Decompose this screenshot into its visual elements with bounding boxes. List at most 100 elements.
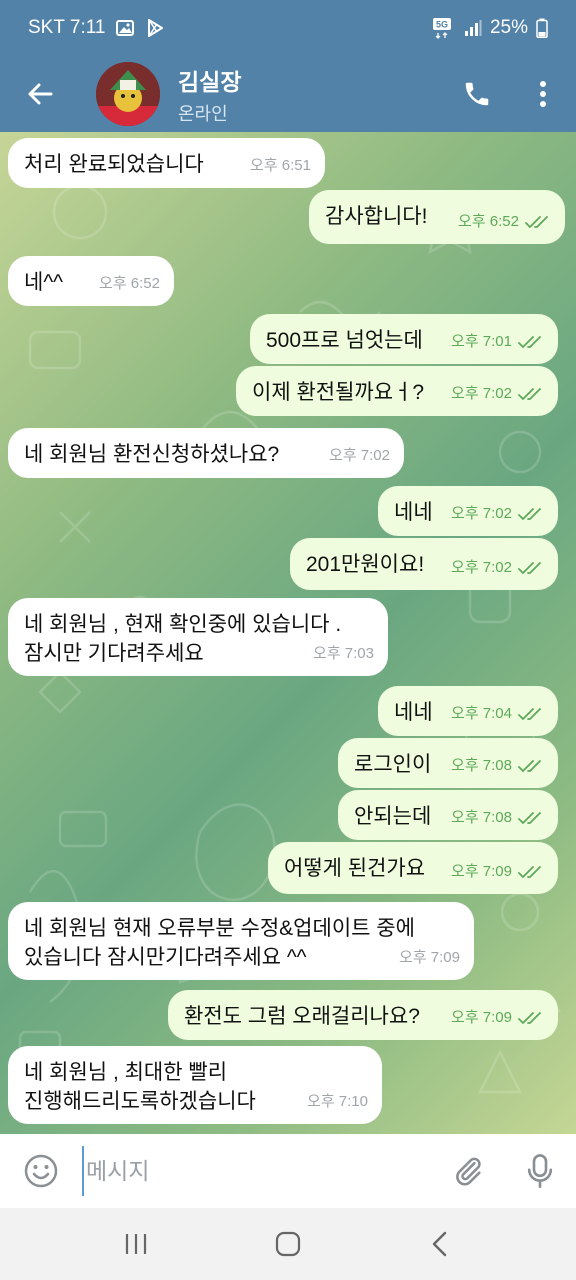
outgoing-message[interactable]: 로그인이 오후 7:08 [338, 738, 558, 788]
chat-header: 김실장 온라인 [0, 56, 576, 132]
message-time: 오후 7:03 [313, 645, 374, 662]
read-checks-icon [518, 507, 541, 520]
message-meta: 오후 7:02 [329, 441, 390, 470]
message-meta: 오후 6:52 [99, 269, 160, 298]
message-time: 오후 7:04 [451, 705, 512, 722]
header-titles[interactable]: 김실장 온라인 [178, 63, 241, 126]
recent-apps-icon [125, 1234, 147, 1254]
message-input[interactable] [82, 1146, 432, 1196]
message-meta: 오후 6:51 [250, 151, 311, 180]
battery-icon [536, 18, 548, 38]
read-receipt [518, 335, 544, 349]
message-time: 오후 6:52 [458, 213, 519, 230]
message-time: 오후 7:09 [399, 949, 460, 966]
home-button[interactable] [248, 1208, 328, 1280]
attach-icon [456, 1157, 481, 1186]
outgoing-message[interactable]: 네네 오후 7:04 [378, 686, 558, 736]
message-meta: 오후 7:01 [451, 327, 544, 356]
system-nav-bar [0, 1208, 576, 1280]
message-time: 오후 7:02 [451, 559, 512, 576]
read-checks-icon [518, 1011, 541, 1024]
message-time: 오후 7:02 [451, 505, 512, 522]
avatar[interactable] [96, 62, 160, 126]
message-time: 오후 6:51 [250, 157, 311, 174]
battery-level: 25% [489, 17, 528, 38]
message-meta: 오후 7:04 [451, 699, 544, 728]
message-meta: 오후 7:02 [451, 379, 544, 408]
contact-name: 김실장 [178, 68, 242, 95]
read-receipt [518, 811, 544, 825]
incoming-message[interactable]: 네 회원님 , 현재 확인중에 있습니다 . 잠시만 기다려주세요 오후 7:03 [8, 598, 388, 676]
outgoing-message[interactable]: 어떻게 된건가요 오후 7:09 [268, 842, 558, 894]
outgoing-message[interactable]: 감사합니다! 오후 6:52 [309, 190, 565, 244]
read-checks-icon [518, 865, 541, 878]
incoming-message[interactable]: 처리 완료되었습니다 오후 6:51 [8, 138, 325, 188]
contact-status: 온라인 [178, 103, 228, 124]
read-receipt [518, 387, 544, 401]
read-receipt [518, 707, 544, 721]
incoming-message[interactable]: 네^^ 오후 6:52 [8, 256, 174, 306]
incoming-message[interactable]: 네 회원님 환전신청하셨나요? 오후 7:02 [8, 428, 404, 478]
voice-button[interactable] [504, 1134, 576, 1208]
message-meta: 오후 7:09 [451, 1003, 544, 1032]
message-time: 오후 7:08 [451, 809, 512, 826]
read-checks-icon [518, 811, 541, 824]
message-time: 오후 7:01 [451, 333, 512, 350]
read-checks-icon [518, 759, 541, 772]
5g-icon: 5G [432, 17, 456, 39]
chat-area[interactable]: 처리 완료되었습니다 오후 6:51 감사합니다! 오후 6:52 네^^ 오후 6:52… [0, 132, 576, 1134]
message-meta: 오후 7:02 [451, 499, 544, 528]
message-time: 오후 7:09 [451, 1009, 512, 1026]
more-vert-icon [540, 81, 546, 107]
message-meta: 오후 7:08 [451, 803, 544, 832]
message-time: 오후 6:52 [99, 275, 160, 292]
message-text: 네 회원님 현재 오류부분 수정&업데이트 중에 있습니다 잠시만기다려주세요 … [24, 917, 415, 969]
read-checks-icon [518, 387, 541, 400]
phone-icon [465, 82, 489, 106]
message-meta: 오후 6:52 [458, 207, 551, 236]
image-icon [115, 18, 135, 38]
read-receipt [518, 865, 544, 879]
back-button[interactable] [0, 56, 80, 132]
message-input-bar [0, 1134, 576, 1208]
attach-button[interactable] [432, 1134, 504, 1208]
read-receipt [518, 759, 544, 773]
message-time: 오후 7:09 [451, 863, 512, 880]
nav-back-button[interactable] [400, 1208, 480, 1280]
read-receipt [525, 215, 551, 229]
outgoing-message[interactable]: 500프로 넘엇는데 오후 7:01 [250, 314, 558, 364]
message-meta: 오후 7:03 [313, 639, 374, 668]
message-time: 오후 7:08 [451, 757, 512, 774]
read-receipt [518, 1011, 544, 1025]
message-meta: 오후 7:08 [451, 751, 544, 780]
signal-icon [464, 19, 482, 37]
back-icon [432, 1231, 447, 1257]
incoming-message[interactable]: 네 회원님 현재 오류부분 수정&업데이트 중에 있습니다 잠시만기다려주세요 … [8, 902, 474, 980]
read-checks-icon [518, 707, 541, 720]
outgoing-message[interactable]: 안되는데 오후 7:08 [338, 790, 558, 840]
emoji-button[interactable] [0, 1134, 82, 1208]
emoji-icon [24, 1154, 58, 1188]
message-time: 오후 7:10 [307, 1093, 368, 1110]
outgoing-message[interactable]: 이제 환전될까요ㅓ? 오후 7:02 [236, 366, 558, 416]
outgoing-message[interactable]: 환전도 그럼 오래걸리나요? 오후 7:09 [168, 990, 558, 1040]
more-options-button[interactable] [510, 56, 576, 132]
play-store-icon [145, 18, 165, 38]
network-label: 5G [436, 20, 448, 30]
back-arrow-icon [28, 83, 53, 105]
message-meta: 오후 7:10 [307, 1087, 368, 1116]
read-receipt [518, 561, 544, 575]
incoming-message[interactable]: 네 회원님 , 최대한 빨리 진행해드리도록하겠습니다 오후 7:10 [8, 1046, 382, 1124]
read-receipt [518, 507, 544, 521]
read-checks-icon [518, 561, 541, 574]
outgoing-message[interactable]: 201만원이요! 오후 7:02 [290, 538, 558, 590]
call-button[interactable] [444, 56, 510, 132]
message-meta: 오후 7:09 [399, 943, 460, 972]
read-checks-icon [518, 335, 541, 348]
message-time: 오후 7:02 [329, 447, 390, 464]
status-bar: SKT 7:11 5G 25% [0, 0, 576, 56]
home-icon [275, 1231, 301, 1257]
outgoing-message[interactable]: 네네 오후 7:02 [378, 486, 558, 536]
message-meta: 오후 7:02 [451, 553, 544, 582]
recent-apps-button[interactable] [96, 1208, 176, 1280]
